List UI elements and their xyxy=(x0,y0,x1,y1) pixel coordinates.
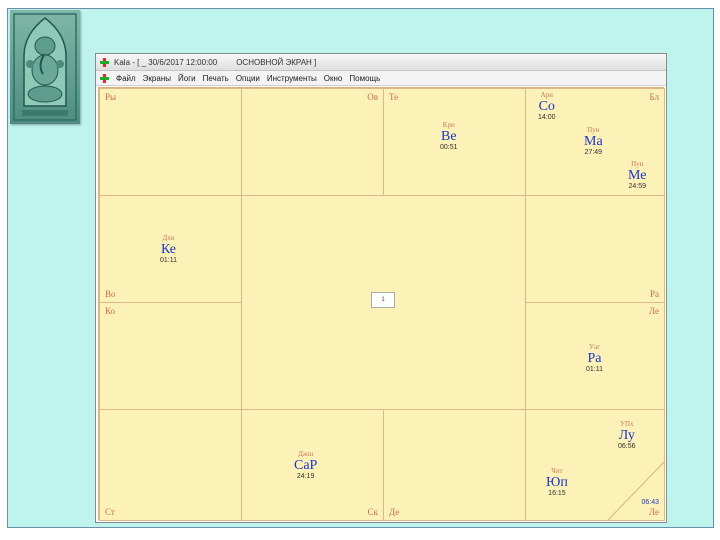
sign-label-aquarius: Во xyxy=(105,289,116,299)
venus-nakshatra: Кри xyxy=(442,121,455,129)
menu-screens[interactable]: Экраны xyxy=(143,74,171,83)
mercury-degree: 24:59 xyxy=(628,183,646,190)
menu-app-icon[interactable] xyxy=(100,73,109,83)
planet-mercury[interactable]: Пун Ме 24:59 xyxy=(628,160,646,191)
planet-sun[interactable]: Ари Со 14:00 xyxy=(538,91,556,122)
house-capricorn[interactable]: Ко xyxy=(99,302,242,410)
chart-center-button[interactable]: 1 xyxy=(371,292,395,308)
sign-label-scorpio: Ск xyxy=(367,507,378,517)
rahu-nakshatra: Уаг xyxy=(589,343,600,351)
house-leo[interactable]: Ле Уаг Ра 01:11 xyxy=(525,302,665,410)
menu-bar: Файл Экраны Йоги Печать Опции Инструмент… xyxy=(96,71,666,86)
planet-ketu[interactable]: Дхн Ке 01:11 xyxy=(160,234,177,265)
south-indian-chart: Ры Ов Те Кри Ве 00:51 Бл Ари Со 14:00 Пу… xyxy=(98,87,665,521)
app-icon xyxy=(100,57,109,67)
jupiter-degree: 16:15 xyxy=(548,490,566,497)
rahu-degree: 01:11 xyxy=(586,366,603,373)
house-aries[interactable]: Ов xyxy=(241,88,384,196)
menu-help[interactable]: Помощь xyxy=(349,74,380,83)
venus-label: Ве xyxy=(440,129,457,144)
saturn-degree: 24:19 xyxy=(296,473,315,480)
menu-window[interactable]: Окно xyxy=(324,74,343,83)
planet-venus[interactable]: Кри Ве 00:51 xyxy=(440,121,458,152)
sign-label-libra: Де xyxy=(389,507,400,517)
ganesha-logo-image xyxy=(10,10,80,124)
menu-file[interactable]: Файл xyxy=(116,74,136,83)
mars-degree: 27:49 xyxy=(584,149,603,156)
planet-moon[interactable]: УПх Лу 06:56 xyxy=(618,420,636,451)
menu-tools[interactable]: Инструменты xyxy=(267,74,317,83)
sign-label-sagittarius: Ст xyxy=(105,507,115,517)
house-libra[interactable]: Де xyxy=(383,409,526,521)
house-taurus[interactable]: Те Кри Ве 00:51 xyxy=(383,88,526,196)
sign-label-capricorn: Ко xyxy=(105,306,116,316)
window-title: Kala - [ _ 30/6/2017 12:00:00 xyxy=(114,57,218,67)
house-sagittarius[interactable]: Ст xyxy=(99,409,242,521)
house-pisces[interactable]: Ры xyxy=(99,88,242,196)
sign-label-cancer: Ра xyxy=(650,289,659,299)
menu-yogas[interactable]: Йоги xyxy=(178,74,196,83)
rahu-label: Ра xyxy=(587,351,602,366)
saturn-label: СаР xyxy=(294,458,318,473)
mars-label: Ма xyxy=(584,134,603,149)
sign-label-virgo: Ле xyxy=(648,507,659,517)
mercury-nakshatra: Пун xyxy=(631,160,644,168)
kala-app-window: Kala - [ _ 30/6/2017 12:00:00 ОСНОВНОЙ Э… xyxy=(95,53,667,523)
menu-print[interactable]: Печать xyxy=(203,74,229,83)
moon-degree: 06:56 xyxy=(618,443,636,450)
moon-nakshatra: УПх xyxy=(620,420,634,428)
jupiter-label: Юп xyxy=(546,475,568,490)
planet-rahu[interactable]: Уаг Ра 01:11 xyxy=(586,343,603,374)
house-virgo[interactable]: Ле 06:43 УПх Лу 06:56 Чит Юп 16:15 xyxy=(525,409,665,521)
house-cancer[interactable]: Ра xyxy=(525,195,665,303)
planet-jupiter[interactable]: Чит Юп 16:15 xyxy=(546,467,568,498)
planet-saturn-retro[interactable]: Джш СаР 24:19 xyxy=(294,450,317,481)
sun-nakshatra: Ари xyxy=(540,91,553,99)
sign-label-pisces: Ры xyxy=(105,92,117,102)
sign-label-taurus: Те xyxy=(389,92,399,102)
ketu-nakshatra: Дхн xyxy=(162,234,175,242)
ketu-label: Ке xyxy=(160,242,177,257)
house-gemini[interactable]: Бл Ари Со 14:00 Пун Ма 27:49 Пун Ме 24:5… xyxy=(525,88,665,196)
sun-label: Со xyxy=(538,99,555,114)
house-scorpio[interactable]: Ск Джш СаР 24:19 xyxy=(241,409,384,521)
house-aquarius[interactable]: Во Дхн Ке 01:11 xyxy=(99,195,242,303)
moon-label: Лу xyxy=(618,428,635,443)
ascendant-degree: 06:43 xyxy=(641,499,659,506)
sign-label-gemini: Бл xyxy=(649,92,659,102)
saturn-nakshatra: Джш xyxy=(298,450,314,458)
mars-nakshatra: Пун xyxy=(587,126,600,134)
planet-mars[interactable]: Пун Ма 27:49 xyxy=(584,126,603,157)
sign-label-aries: Ов xyxy=(367,92,378,102)
jupiter-nakshatra: Чит xyxy=(551,467,563,475)
ketu-degree: 01:11 xyxy=(160,257,177,264)
mercury-label: Ме xyxy=(628,168,647,183)
sun-degree: 14:00 xyxy=(538,114,556,121)
venus-degree: 00:51 xyxy=(440,144,458,151)
window-title-screen: ОСНОВНОЙ ЭКРАН ] xyxy=(236,57,317,67)
title-bar: Kala - [ _ 30/6/2017 12:00:00 ОСНОВНОЙ Э… xyxy=(96,54,666,71)
sign-label-leo: Ле xyxy=(648,306,659,316)
menu-options[interactable]: Опции xyxy=(236,74,260,83)
